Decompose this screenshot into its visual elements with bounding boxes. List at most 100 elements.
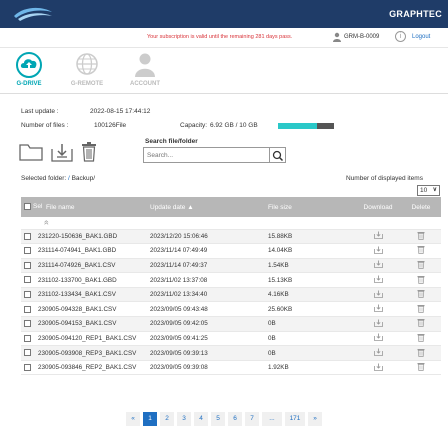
row-checkbox-cell[interactable] [21,360,35,376]
nav-account[interactable]: ACCOUNT [122,52,168,92]
download-icon[interactable] [51,143,73,162]
pagination-page[interactable]: 5 [211,412,225,426]
parent-folder-cell-filler-4 [401,217,441,230]
row-checkbox-cell[interactable] [21,243,35,259]
row-download-button[interactable] [355,243,401,259]
pagination-page[interactable]: 6 [228,412,242,426]
info-icon[interactable]: i [395,31,406,42]
nav-gdrive[interactable]: G-DRIVE [6,52,52,92]
row-download-button[interactable] [355,272,401,288]
header-update-date[interactable]: Update date ▲ [147,197,265,217]
pagination-page[interactable]: 1 [143,412,157,426]
row-checkbox-cell[interactable] [21,316,35,332]
row-checkbox-cell[interactable] [21,331,35,347]
row-checkbox-cell[interactable] [21,229,35,245]
table-row[interactable]: 231220-150636_BAK1.GBD 2023/12/20 15:06:4… [21,229,441,245]
table-row[interactable]: 230905-093846_REP2_BAK1.CSV 2023/09/05 09… [21,360,441,376]
row-download-button[interactable] [355,316,401,332]
select-all-checkbox[interactable] [24,203,31,211]
parent-folder-row[interactable]: « [21,211,441,323]
table-row[interactable]: 231114-074926_BAK1.CSV 2023/11/14 07:49:3… [21,258,441,274]
row-delete-button[interactable] [401,316,441,332]
row-checkbox[interactable] [24,247,31,255]
table-row[interactable]: 231102-133434_BAK1.CSV 2023/11/02 13:34:4… [21,287,441,303]
pagination-page[interactable]: 171 [285,412,305,426]
file-name-cell[interactable]: 230905-093908_REP3_BAK1.CSV [35,345,147,361]
row-download-button[interactable] [355,345,401,361]
trash-icon [417,275,425,286]
table-row[interactable]: 230905-094153_BAK1.CSV 2023/09/05 09:42:0… [21,316,441,332]
file-size-cell: 15.88KB [265,229,355,245]
row-delete-button[interactable] [401,229,441,245]
search-button[interactable] [270,147,286,163]
row-delete-button[interactable] [401,331,441,347]
row-delete-button[interactable] [401,345,441,361]
file-table: Sel File name Update date ▲ File size Dow… [21,197,441,376]
update-date-cell: 2023/12/20 15:06:46 [147,229,265,245]
folder-icon[interactable] [19,143,43,161]
trash-icon[interactable] [81,142,97,162]
row-delete-button[interactable] [401,287,441,303]
row-checkbox-cell[interactable] [21,258,35,274]
update-date-cell: 2023/09/05 09:39:13 [147,345,265,361]
header-file-size[interactable]: File size [265,197,355,217]
file-table-body: « 231220-150636_BAK1.GBD 2023/12/20 15:06… [21,211,441,376]
table-row[interactable]: 230905-093908_REP3_BAK1.CSV 2023/09/05 09… [21,345,441,361]
displayed-items-select[interactable]: 10 ∨ [417,185,440,196]
file-name-cell[interactable]: 230905-093846_REP2_BAK1.CSV [35,360,147,376]
row-download-button[interactable] [355,360,401,376]
table-row[interactable]: 230905-094120_REP1_BAK1.CSV 2023/09/05 09… [21,331,441,347]
pagination-page[interactable]: 3 [177,412,191,426]
row-download-button[interactable] [355,229,401,245]
row-checkbox[interactable] [24,291,31,299]
row-checkbox[interactable] [24,305,31,313]
row-download-button[interactable] [355,258,401,274]
selected-folder-path[interactable]: Backup/ [72,175,96,182]
capacity-value: 6.92 GB / 10 GB [210,122,258,129]
row-checkbox[interactable] [24,320,31,328]
download-icon [373,290,383,300]
pagination-page[interactable]: 7 [245,412,259,426]
row-checkbox[interactable] [24,349,31,357]
row-checkbox-cell[interactable] [21,272,35,288]
row-download-button[interactable] [355,331,401,347]
download-icon [373,363,383,373]
row-download-button[interactable] [355,301,401,318]
parent-folder-up-icon[interactable]: « [41,211,53,323]
nav-gdrive-label: G-DRIVE [16,81,42,87]
row-checkbox[interactable] [24,276,31,284]
row-checkbox[interactable] [24,364,31,372]
logout-link[interactable]: Logout [412,34,430,40]
nav-gremote[interactable]: G-REMOTE [64,52,110,92]
row-checkbox[interactable] [24,232,31,240]
table-row[interactable]: 231102-133700_BAK1.GBD 2023/11/02 13:37:0… [21,272,441,288]
row-checkbox[interactable] [24,261,31,269]
row-delete-button[interactable] [401,258,441,274]
row-download-button[interactable] [355,287,401,303]
search-input[interactable] [143,147,270,163]
row-delete-button[interactable] [401,301,441,318]
file-size-cell: 25.60KB [265,301,355,318]
row-delete-button[interactable] [401,243,441,259]
row-checkbox-cell[interactable] [21,345,35,361]
pagination-next[interactable]: » [308,412,322,426]
row-checkbox-cell[interactable] [21,301,35,318]
parent-folder-cell-filler-1 [147,217,265,230]
pagination-page[interactable]: 4 [194,412,208,426]
table-row[interactable]: 230905-094328_BAK1.CSV 2023/09/05 09:43:4… [21,301,441,318]
subscription-message: Your subscription is valid until the rem… [147,34,293,40]
row-delete-button[interactable] [401,272,441,288]
table-row[interactable]: 231114-074941_BAK1.GBD 2023/11/14 07:49:4… [21,243,441,259]
file-size-cell: 0B [265,345,355,361]
row-delete-button[interactable] [401,360,441,376]
download-icon [373,333,383,343]
table-header-row: Sel File name Update date ▲ File size Dow… [21,197,441,217]
download-icon [373,319,383,329]
row-checkbox[interactable] [24,334,31,342]
pagination-prev[interactable]: « [126,412,140,426]
file-name-cell[interactable]: 230905-094120_REP1_BAK1.CSV [35,331,147,347]
subscription-bar: Your subscription is valid until the rem… [0,28,448,48]
row-checkbox-cell[interactable] [21,287,35,303]
pagination-page[interactable]: 2 [160,412,174,426]
num-files-value: 100126File [94,122,127,129]
